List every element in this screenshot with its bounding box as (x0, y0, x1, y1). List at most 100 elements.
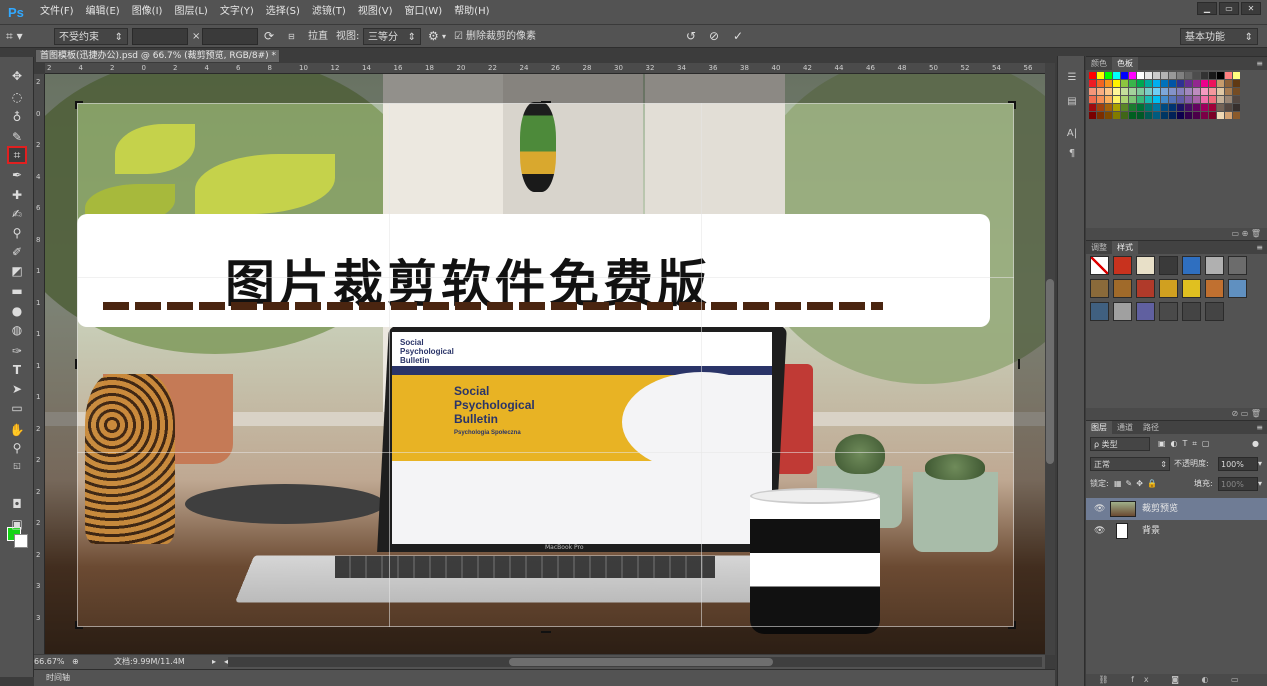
status-export-icon[interactable]: ⊕ (72, 655, 79, 669)
menu-window[interactable]: 窗口(W) (398, 0, 448, 24)
color-swatch[interactable] (1097, 88, 1105, 96)
color-swatch[interactable] (1217, 96, 1225, 104)
gradient-tool-icon[interactable]: ▬ (7, 282, 27, 300)
character-panel-icon[interactable]: A| (1064, 128, 1080, 142)
color-swatch[interactable] (1129, 88, 1137, 96)
color-swatch[interactable] (1185, 96, 1193, 104)
style-preset[interactable] (1136, 279, 1155, 298)
healing-brush-tool-icon[interactable]: ✚ (7, 186, 27, 204)
color-swatch[interactable] (1169, 96, 1177, 104)
color-swatch[interactable] (1105, 112, 1113, 120)
color-swatch[interactable] (1129, 96, 1137, 104)
menu-help[interactable]: 帮助(H) (448, 0, 495, 24)
color-swatch[interactable] (1225, 88, 1233, 96)
color-swatch[interactable] (1193, 96, 1201, 104)
lock-icons[interactable]: ▦✎✥🔒 (1114, 477, 1161, 491)
canvas[interactable]: Social Psychological Bulletin Social Psy… (45, 74, 1045, 654)
history-brush-tool-icon[interactable]: ✐ (7, 243, 27, 261)
color-swatch[interactable] (1225, 104, 1233, 112)
lasso-tool-icon[interactable]: ♁ (7, 108, 27, 126)
delete-cropped-checkbox[interactable]: ☑ (454, 28, 463, 45)
style-preset[interactable] (1113, 256, 1132, 275)
crop-handle-top-left[interactable] (75, 101, 83, 109)
swap-icon[interactable]: ⟳ (264, 28, 274, 45)
crop-box[interactable] (77, 103, 1014, 627)
color-swatch[interactable] (1161, 80, 1169, 88)
color-swatch[interactable] (1089, 112, 1097, 120)
color-swatch[interactable] (1201, 112, 1209, 120)
color-swatch[interactable] (1121, 80, 1129, 88)
color-swatch[interactable] (1121, 96, 1129, 104)
width-input[interactable] (132, 28, 188, 45)
color-swatch[interactable] (1105, 96, 1113, 104)
color-swatch[interactable] (1113, 96, 1121, 104)
crop-handle-bottom-left[interactable] (75, 621, 83, 629)
color-swatch[interactable] (1177, 112, 1185, 120)
crop-handle-left[interactable] (75, 359, 83, 369)
zoom-tool-icon[interactable]: ⚲ (7, 439, 27, 457)
eyedropper-tool-icon[interactable]: ✒ (7, 166, 27, 184)
color-swatch[interactable] (1209, 72, 1217, 80)
timeline-panel[interactable]: 时间轴 (34, 669, 1055, 686)
color-swatch[interactable] (1137, 104, 1145, 112)
style-preset[interactable] (1228, 279, 1247, 298)
screen-mode-icon[interactable]: ▣ (7, 515, 27, 533)
color-swatch[interactable] (1193, 72, 1201, 80)
color-swatch[interactable] (1217, 80, 1225, 88)
zoom-level[interactable]: 66.67% (34, 655, 65, 669)
vertical-scrollbar[interactable] (1045, 63, 1055, 655)
color-swatch[interactable] (1121, 104, 1129, 112)
history-panel-icon[interactable]: ☰ (1064, 72, 1080, 86)
color-swatch[interactable] (1201, 96, 1209, 104)
color-swatch[interactable] (1129, 72, 1137, 80)
shape-tool-icon[interactable]: ▭ (7, 399, 27, 417)
restore-button[interactable]: ▭ (1219, 2, 1239, 15)
color-swatch[interactable] (1161, 104, 1169, 112)
opacity-dropdown-icon[interactable]: ▾ (1258, 457, 1262, 471)
color-swatch[interactable] (1177, 72, 1185, 80)
crop-tool-preset-icon[interactable]: ⌗ ▾ (6, 28, 23, 45)
color-swatch[interactable] (1097, 80, 1105, 88)
document-tab[interactable]: 首图模板(迅捷办公).psd @ 66.7% (裁剪预览, RGB/8#) * … (35, 49, 280, 63)
color-swatch[interactable] (1177, 104, 1185, 112)
color-swatch[interactable] (1161, 88, 1169, 96)
quick-mask-icon[interactable]: ◘ (7, 495, 27, 513)
color-swatch[interactable] (1193, 104, 1201, 112)
tab-paths[interactable]: 路径 (1138, 421, 1164, 434)
menu-edit[interactable]: 编辑(E) (80, 0, 126, 24)
color-swatch[interactable] (1097, 96, 1105, 104)
stamp-tool-icon[interactable]: ⚲ (7, 224, 27, 242)
style-preset[interactable] (1159, 256, 1178, 275)
color-swatch[interactable] (1161, 72, 1169, 80)
color-swatch[interactable] (1185, 104, 1193, 112)
style-preset[interactable] (1159, 302, 1178, 321)
crop-handle-bottom-right[interactable] (1008, 621, 1016, 629)
cancel-icon[interactable]: ⊘ (709, 28, 719, 45)
color-swatch[interactable] (1193, 80, 1201, 88)
eraser-tool-icon[interactable]: ◩ (7, 262, 27, 280)
color-swatch[interactable] (1161, 112, 1169, 120)
layer-row[interactable]: 👁 背景 (1086, 520, 1267, 542)
color-swatch[interactable] (1121, 112, 1129, 120)
color-swatch[interactable] (1177, 96, 1185, 104)
color-swatch[interactable] (1105, 88, 1113, 96)
style-preset[interactable] (1205, 256, 1224, 275)
tab-styles[interactable]: 样式 (1112, 241, 1138, 254)
color-swatch[interactable] (1185, 112, 1193, 120)
workspace-select[interactable]: 基本功能 ⇕ (1180, 28, 1258, 45)
style-preset[interactable] (1136, 256, 1155, 275)
color-swatch[interactable] (1169, 72, 1177, 80)
hand-tool-icon[interactable]: ✋ (7, 421, 27, 439)
background-color-swatch[interactable] (14, 534, 28, 548)
color-swatch[interactable] (1113, 80, 1121, 88)
color-swatch[interactable] (1201, 80, 1209, 88)
color-swatch[interactable] (1225, 96, 1233, 104)
color-swatch[interactable] (1145, 96, 1153, 104)
color-swatch[interactable] (1209, 88, 1217, 96)
color-swatch[interactable] (1201, 88, 1209, 96)
visibility-eye-icon[interactable]: 👁 (1094, 520, 1105, 542)
color-swatch[interactable] (1209, 112, 1217, 120)
style-preset[interactable] (1090, 279, 1109, 298)
color-swatch[interactable] (1193, 88, 1201, 96)
fill-input[interactable]: 100% (1218, 477, 1258, 491)
